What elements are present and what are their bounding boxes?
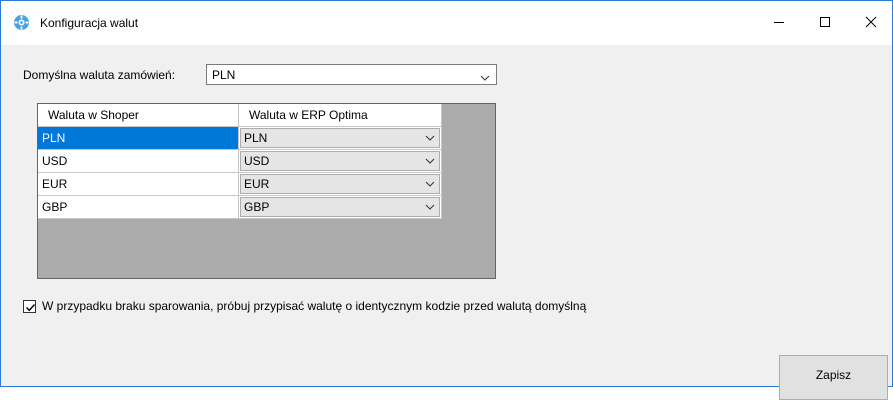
erp-currency-select[interactable]: GBP: [240, 197, 440, 217]
shoper-currency-cell[interactable]: PLN: [38, 127, 239, 150]
save-button-label: Zapisz: [815, 367, 852, 382]
column-header-erp[interactable]: Waluta w ERP Optima: [239, 104, 442, 127]
erp-currency-cell[interactable]: USD: [239, 150, 442, 173]
chevron-down-icon: [421, 175, 439, 193]
minimize-button[interactable]: [756, 1, 802, 45]
title-bar[interactable]: Konfiguracja walut: [1, 1, 892, 45]
shoper-currency-cell[interactable]: EUR: [38, 173, 239, 196]
chevron-down-icon: [421, 129, 439, 147]
erp-currency-cell[interactable]: EUR: [239, 173, 442, 196]
shoper-currency-cell[interactable]: GBP: [38, 196, 239, 219]
erp-currency-select[interactable]: EUR: [240, 174, 440, 194]
erp-currency-value: GBP: [244, 200, 270, 214]
table-row[interactable]: PLN PLN: [38, 127, 442, 150]
fallback-checkbox-label[interactable]: W przypadku braku sparowania, próbuj prz…: [42, 299, 586, 313]
erp-currency-cell[interactable]: GBP: [239, 196, 442, 219]
checkmark-icon: [26, 304, 36, 312]
table-row[interactable]: EUR EUR: [38, 173, 442, 196]
currency-config-window: Konfiguracja walut Domyślna waluta zamów…: [0, 0, 893, 400]
default-currency-select[interactable]: PLN: [206, 64, 497, 85]
chevron-down-icon: [421, 152, 439, 170]
chevron-down-icon: [480, 71, 490, 85]
shoper-currency-cell[interactable]: USD: [38, 150, 239, 173]
erp-currency-select[interactable]: USD: [240, 151, 440, 171]
column-header-shoper[interactable]: Waluta w Shoper: [38, 104, 239, 127]
default-currency-label: Domyślna waluta zamówień:: [23, 68, 176, 82]
currency-mapping-grid[interactable]: Waluta w Shoper Waluta w ERP Optima PLN …: [37, 103, 496, 279]
minimize-icon: [773, 16, 785, 31]
erp-currency-value: USD: [244, 154, 270, 168]
gear-icon: [13, 14, 30, 31]
close-icon: [865, 16, 877, 31]
chevron-down-icon: [421, 198, 439, 216]
table-row[interactable]: GBP GBP: [38, 196, 442, 219]
window-title: Konfiguracja walut: [40, 16, 139, 30]
erp-currency-value: PLN: [244, 131, 268, 145]
fallback-checkbox[interactable]: [23, 300, 36, 313]
table-row[interactable]: USD USD: [38, 150, 442, 173]
close-button[interactable]: [848, 1, 893, 45]
erp-currency-select[interactable]: PLN: [240, 128, 440, 148]
maximize-icon: [819, 16, 831, 31]
default-currency-value: PLN: [212, 68, 236, 82]
save-button[interactable]: Zapisz: [779, 355, 888, 400]
maximize-button[interactable]: [802, 1, 848, 45]
erp-currency-value: EUR: [244, 177, 270, 191]
erp-currency-cell[interactable]: PLN: [239, 127, 442, 150]
